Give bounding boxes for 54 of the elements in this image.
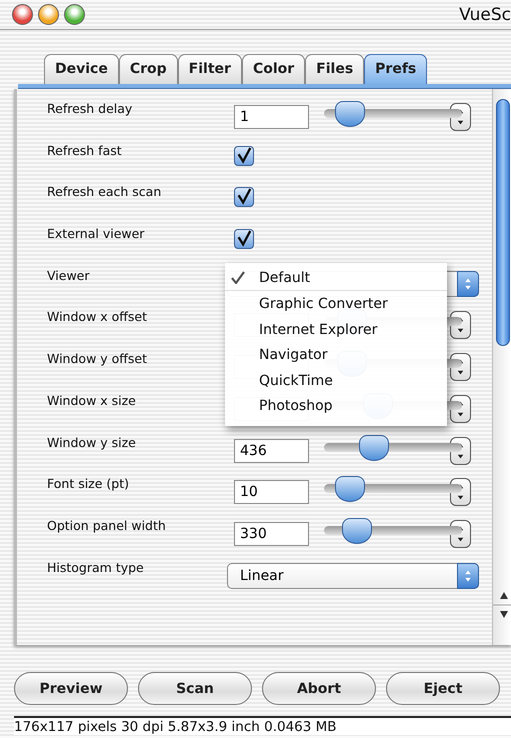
status-text: 176x117 pixels 30 dpi 5.87x3.9 inch 0.0463 MB	[14, 716, 511, 735]
popup-menu[interactable]: Linear	[227, 562, 479, 589]
push-button[interactable]: Scan	[138, 672, 252, 705]
menu-item[interactable]: QuickTime	[225, 367, 447, 393]
setting-label: Window x offset	[47, 309, 147, 324]
checkmark-icon	[231, 271, 245, 284]
scrollbar[interactable]	[492, 89, 511, 645]
slider[interactable]	[324, 434, 462, 460]
checkbox[interactable]	[234, 229, 254, 250]
tab[interactable]: Color	[242, 54, 306, 84]
slider[interactable]	[324, 476, 462, 502]
setting-label: Window x size	[47, 392, 136, 408]
setting-label: Window y offset	[47, 351, 147, 366]
tab[interactable]: Crop	[118, 54, 178, 84]
menu-item[interactable]: Navigator	[225, 342, 447, 368]
slider-thumb[interactable]	[334, 476, 365, 502]
push-button[interactable]: Preview	[14, 672, 128, 705]
menu-item[interactable]: Default	[225, 264, 447, 292]
setting-label: Refresh fast	[47, 142, 122, 158]
setting-label: Option panel width	[47, 518, 166, 533]
setting-label: External viewer	[47, 226, 144, 242]
setting-label: Refresh delay	[47, 101, 132, 116]
slider[interactable]	[324, 101, 462, 127]
number-field[interactable]: 330	[234, 522, 309, 546]
popup-arrows-icon[interactable]	[457, 270, 479, 297]
setting-label: Window y size	[47, 434, 136, 450]
checkbox[interactable]	[234, 187, 254, 208]
popup-arrows-icon[interactable]	[457, 562, 479, 589]
slider-thumb[interactable]	[334, 101, 365, 127]
setting-label: Refresh each scan	[47, 184, 162, 200]
setting-label: Font size (pt)	[47, 476, 129, 492]
menu-item[interactable]: Graphic Converter	[225, 291, 447, 317]
tab[interactable]: Prefs	[364, 54, 428, 84]
number-field[interactable]: 1	[234, 105, 309, 129]
setting-label: Histogram type	[47, 560, 144, 575]
tab[interactable]: Files	[305, 54, 364, 84]
tab[interactable]: Device	[44, 54, 119, 84]
window-title: VueSc	[459, 4, 511, 24]
menu-item[interactable]: Internet Explorer	[225, 316, 447, 342]
menu-item[interactable]: Photoshop	[225, 392, 447, 418]
number-field[interactable]: 10	[234, 480, 309, 504]
number-field[interactable]: 436	[234, 438, 309, 462]
slider-thumb[interactable]	[358, 434, 389, 460]
slider-thumb[interactable]	[342, 518, 372, 544]
setting-label: Viewer	[47, 268, 90, 283]
minimize-button[interactable]	[38, 4, 59, 25]
push-button[interactable]: Eject	[386, 672, 500, 705]
zoom-button[interactable]	[64, 4, 85, 25]
slider[interactable]	[324, 518, 462, 544]
tab[interactable]: Filter	[178, 54, 242, 84]
close-button[interactable]	[12, 4, 33, 25]
checkbox[interactable]	[234, 146, 254, 166]
scroll-thumb[interactable]	[496, 99, 510, 346]
push-button[interactable]: Abort	[262, 672, 376, 705]
